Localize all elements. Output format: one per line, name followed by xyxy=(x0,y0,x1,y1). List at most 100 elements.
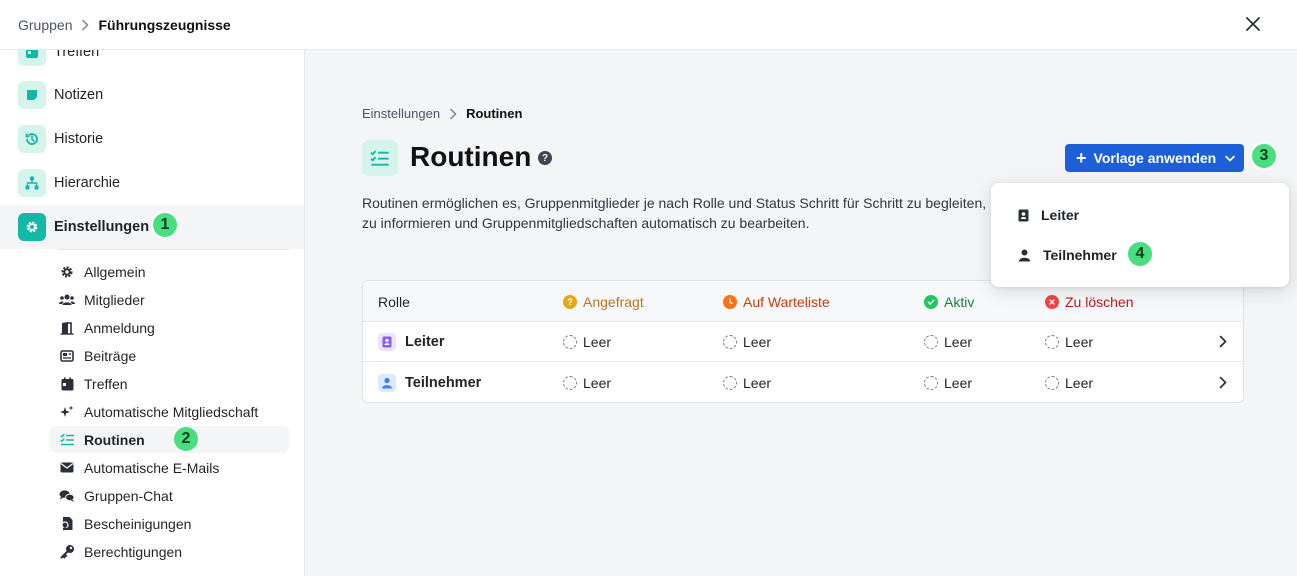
routine-cell[interactable]: Leer xyxy=(723,322,771,362)
sparkles-icon xyxy=(59,404,75,420)
routine-cell[interactable]: Leer xyxy=(1045,363,1094,402)
sidebar-item-notizen[interactable]: Notizen xyxy=(0,73,304,117)
sidebar-item-label: Einstellungen xyxy=(54,219,150,235)
cell-value: Leer xyxy=(743,334,772,350)
settings-item-anmeldung[interactable]: Anmeldung xyxy=(50,314,289,341)
settings-item-allgemein[interactable]: Allgemein xyxy=(50,258,289,285)
breadcrumb-groups[interactable]: Gruppen xyxy=(18,17,72,33)
settings-item-label: Automatische Mitgliedschaft xyxy=(84,403,259,420)
table-header: Rolle ? Angefragt Auf Warteliste Aktiv Z… xyxy=(363,281,1243,322)
sidebar-item-label: Treffen xyxy=(54,50,100,60)
calendar-icon xyxy=(59,376,75,392)
empty-circle-icon xyxy=(723,335,737,349)
header-delete-label: Zu löschen xyxy=(1065,293,1134,310)
header-active: Aktiv xyxy=(924,281,974,322)
routine-cell[interactable]: Leer xyxy=(563,322,611,362)
settings-item-label: Allgemein xyxy=(84,263,146,280)
table-row[interactable]: Teilnehmer Leer Leer Leer Leer xyxy=(363,363,1243,402)
checklist-icon xyxy=(362,140,398,176)
breadcrumb-current: Führungszeugnisse xyxy=(98,16,231,33)
routine-cell[interactable]: Leer xyxy=(924,322,972,362)
settings-item-gruppen-chat[interactable]: Gruppen-Chat xyxy=(50,482,289,509)
settings-item-treffen[interactable]: Treffen xyxy=(50,370,289,397)
header-waitlist-label: Auf Warteliste xyxy=(743,293,830,310)
header-delete: Zu löschen xyxy=(1045,281,1133,322)
role-name: Teilnehmer xyxy=(405,375,482,391)
dropdown-item-label: Teilnehmer xyxy=(1043,247,1117,263)
calendar-icon xyxy=(18,50,46,66)
empty-circle-icon xyxy=(924,335,938,349)
routine-cell[interactable]: Leer xyxy=(563,363,611,402)
settings-item-automatische-e-mails[interactable]: Automatische E-Mails xyxy=(50,454,289,481)
apply-template-button[interactable]: + Vorlage anwenden xyxy=(1065,144,1244,172)
chevron-right-icon xyxy=(81,19,89,31)
chevron-right-icon[interactable] xyxy=(1219,335,1227,348)
sidebar: Treffen Notizen Historie Hierarchie Eins… xyxy=(0,50,305,576)
settings-item-berechtigungen[interactable]: Berechtigungen xyxy=(50,538,289,565)
help-icon[interactable]: ? xyxy=(538,151,552,165)
person-icon xyxy=(1018,249,1031,262)
settings-item-label: Gruppen-Chat xyxy=(84,487,173,504)
header-requested-label: Angefragt xyxy=(583,293,644,310)
role-cell: Leiter xyxy=(378,322,445,362)
breadcrumb-einstellungen[interactable]: Einstellungen xyxy=(362,106,440,121)
header-active-label: Aktiv xyxy=(944,293,975,310)
history-icon xyxy=(18,125,46,153)
sidebar-item-label: Hierarchie xyxy=(54,175,121,191)
users-icon xyxy=(59,292,75,308)
plus-icon: + xyxy=(1076,148,1087,168)
sidebar-item-treffen[interactable]: Treffen xyxy=(0,50,304,74)
certificate-icon xyxy=(59,516,75,532)
routine-cell[interactable]: Leer xyxy=(723,363,771,402)
settings-item-mitglieder[interactable]: Mitglieder xyxy=(50,286,289,313)
empty-circle-icon xyxy=(1045,335,1059,349)
header-waitlist: Auf Warteliste xyxy=(723,281,830,322)
sidebar-item-hierarchie[interactable]: Hierarchie xyxy=(0,161,304,205)
chevron-right-icon[interactable] xyxy=(1219,376,1227,389)
cell-value: Leer xyxy=(583,334,612,350)
person-icon xyxy=(378,374,396,392)
main-breadcrumb: Einstellungen Routinen xyxy=(362,106,522,121)
settings-item-label: Beiträge xyxy=(84,347,137,364)
gear-icon xyxy=(18,213,46,241)
header-role: Rolle xyxy=(378,293,410,310)
gear-icon xyxy=(59,264,75,280)
empty-circle-icon xyxy=(924,376,938,390)
settings-item-beitraege[interactable]: Beiträge xyxy=(50,342,289,369)
empty-circle-icon xyxy=(723,376,737,390)
cell-value: Leer xyxy=(1065,334,1094,350)
top-bar: Gruppen Führungszeugnisse xyxy=(0,0,1297,50)
empty-circle-icon xyxy=(563,335,577,349)
clock-icon xyxy=(723,294,737,309)
step-badge-3: 3 xyxy=(1250,142,1278,170)
settings-item-automatische-mitgliedschaft[interactable]: Automatische Mitgliedschaft xyxy=(50,398,289,425)
key-icon xyxy=(59,544,75,560)
door-icon xyxy=(59,320,75,336)
settings-item-label: Mitglieder xyxy=(84,291,145,308)
sidebar-item-label: Historie xyxy=(54,131,104,147)
x-icon xyxy=(1045,294,1059,309)
check-icon xyxy=(924,294,938,309)
table-row[interactable]: Leiter Leer Leer Leer Leer xyxy=(363,322,1243,362)
chevron-down-icon xyxy=(1225,155,1235,162)
sidebar-item-historie[interactable]: Historie xyxy=(0,117,304,161)
question-icon: ? xyxy=(563,294,577,309)
header-requested: ? Angefragt xyxy=(563,281,644,322)
settings-item-routinen[interactable]: Routinen xyxy=(50,426,289,453)
divider xyxy=(58,249,289,250)
note-icon xyxy=(18,81,46,109)
dropdown-item-leiter[interactable]: Leiter xyxy=(991,197,1289,233)
page-title: Routinen xyxy=(410,141,532,172)
close-icon[interactable] xyxy=(1241,12,1265,36)
step-badge-4: 4 xyxy=(1126,240,1154,268)
checklist-icon xyxy=(59,432,75,448)
cell-value: Leer xyxy=(1065,375,1094,391)
apply-template-label: Vorlage anwenden xyxy=(1093,150,1217,166)
routine-cell[interactable]: Leer xyxy=(1045,322,1093,362)
settings-item-label: Treffen xyxy=(84,375,128,392)
breadcrumb-current: Routinen xyxy=(466,106,523,121)
routine-cell[interactable]: Leer xyxy=(924,363,972,402)
settings-item-bescheinigungen[interactable]: Bescheinigungen xyxy=(50,510,289,537)
page-description: Routinen ermöglichen es, Gruppenmitglied… xyxy=(362,195,987,231)
role-name: Leiter xyxy=(405,334,445,350)
